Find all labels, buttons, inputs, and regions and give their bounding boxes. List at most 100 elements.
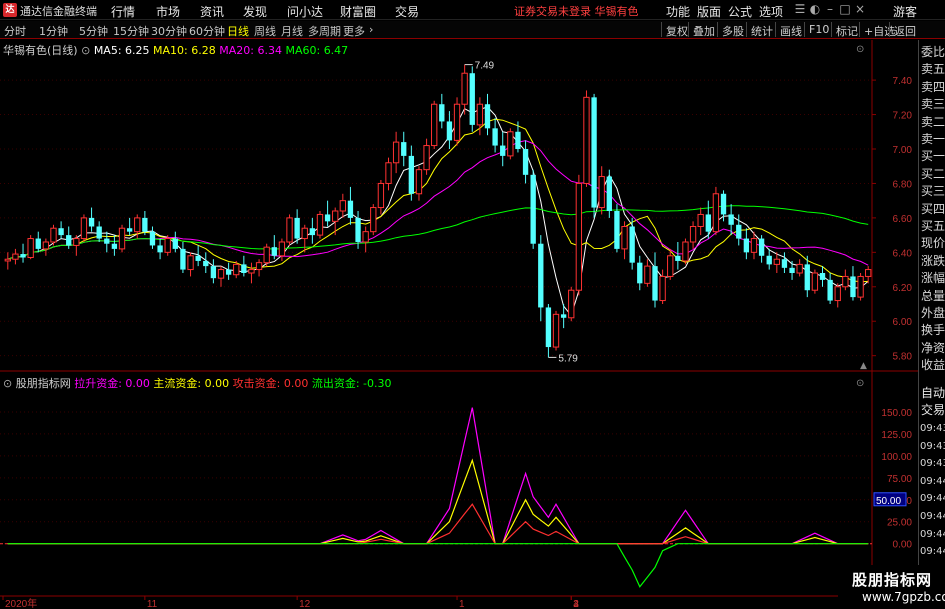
candle-body-108 xyxy=(827,279,833,301)
candle-body-2 xyxy=(20,254,26,258)
side-item-14: 总量 xyxy=(921,288,945,303)
side-item-4: 卖二 xyxy=(921,114,945,129)
side-lower-item-0[interactable]: 自动 xyxy=(921,386,945,400)
ma-toggle-icon[interactable]: ⊙ xyxy=(81,44,90,57)
candle-body-19 xyxy=(149,231,156,246)
side-time-6: 09:44 xyxy=(920,528,945,540)
candle-body-68 xyxy=(522,149,529,175)
ma-line-ma10 xyxy=(7,118,869,283)
indicator-toggle-icon[interactable]: ⊙ xyxy=(3,377,12,390)
candle-body-99 xyxy=(758,238,765,256)
candle-body-101 xyxy=(773,258,780,265)
candle-body-35 xyxy=(271,247,277,256)
candle-body-55 xyxy=(423,145,430,171)
candle-body-32 xyxy=(248,269,255,274)
candle-body-51 xyxy=(392,141,400,164)
ind-tick-label-2: 100.00 xyxy=(881,452,912,463)
candle-body-90 xyxy=(689,226,697,243)
candle-body-10 xyxy=(80,217,88,240)
site-watermark: 股朋指标网 www.7gpzb.com xyxy=(838,565,945,609)
candle-body-78 xyxy=(598,176,605,209)
indicator-name[interactable]: 股朋指标网 xyxy=(16,377,71,390)
ma60-value: 6.47 xyxy=(323,44,349,57)
candle-body-20 xyxy=(157,245,163,253)
candle-body-57 xyxy=(439,104,445,122)
candle-body-45 xyxy=(347,200,354,218)
side-item-10: 买五 xyxy=(921,219,945,233)
candle-body-93 xyxy=(712,193,720,233)
side-item-13: 涨幅 xyxy=(921,271,945,286)
candle-body-62 xyxy=(476,103,484,126)
stock-label: 华锡有色(日线) xyxy=(3,44,78,57)
price-tick-label-1: 7.20 xyxy=(893,111,913,122)
price-tick-label-7: 6.00 xyxy=(893,317,913,328)
watermark-url: www.7gpzb.com xyxy=(862,590,945,604)
candle-body-91 xyxy=(697,213,704,227)
high-label: 7.49 xyxy=(475,61,495,72)
candle-body-73 xyxy=(560,314,567,318)
price-tick-label-0: 7.40 xyxy=(893,76,913,87)
candle-body-75 xyxy=(575,182,583,291)
side-item-6: 买一 xyxy=(921,149,945,164)
candle-body-110 xyxy=(842,275,849,288)
candle-body-1 xyxy=(12,253,19,260)
candle-body-4 xyxy=(35,238,41,249)
side-lower-item-1[interactable]: 交易 xyxy=(921,403,945,417)
candle-body-63 xyxy=(484,104,491,129)
candle-body-102 xyxy=(781,259,788,268)
candle-body-21 xyxy=(164,238,171,253)
candle-body-105 xyxy=(804,264,810,291)
side-item-15: 外盘 xyxy=(921,306,945,320)
indicator-line1-name: 拉升资金 xyxy=(74,377,119,390)
ma60-name: MA60 xyxy=(285,44,317,57)
candle-body-14 xyxy=(111,243,118,249)
x-tick-label-0: 2020年 xyxy=(5,597,37,609)
candle-body-36 xyxy=(278,241,286,257)
candle-body-37 xyxy=(286,217,293,243)
side-time-4: 09:44 xyxy=(920,493,945,505)
candle-body-69 xyxy=(530,174,536,244)
side-item-0: 委比 xyxy=(921,45,945,59)
ma5-value: 6.25 xyxy=(125,44,150,57)
indicator-line3-value: 0.00 xyxy=(283,377,309,390)
side-item-18: 收益 xyxy=(921,358,945,373)
quote-side-panel: 委比 卖五 卖四 卖三 卖二 卖一 买一 买二 买三 买四 买五 现价 涨跌 涨幅 总量 外盘 换手 净资 收益 自动… xyxy=(918,40,945,609)
candle-body-70 xyxy=(538,243,544,308)
side-item-16: 换手 xyxy=(921,323,945,338)
candle-body-46 xyxy=(355,217,361,242)
ind-tick-label-6: 0.00 xyxy=(893,540,913,551)
candle-body-15 xyxy=(118,227,126,250)
ind-tick-label-5: 25.00 xyxy=(887,518,912,529)
candle-body-47 xyxy=(362,231,369,243)
candle-body-22 xyxy=(172,238,178,249)
candle-body-12 xyxy=(96,226,102,239)
candle-body-0 xyxy=(4,258,11,262)
kline-chart[interactable]: 7.407.207.006.806.606.406.206.005.80150.… xyxy=(0,0,945,609)
ind-tick-label-1: 125.00 xyxy=(881,430,912,441)
ma-line-ma5 xyxy=(7,106,869,317)
candle-body-107 xyxy=(819,273,826,280)
candle-body-41 xyxy=(316,213,324,236)
candle-body-77 xyxy=(591,97,597,208)
price-tick-label-2: 7.00 xyxy=(893,145,913,156)
side-item-12: 涨跌 xyxy=(921,253,945,268)
candle-body-30 xyxy=(233,263,240,276)
candle-body-13 xyxy=(104,238,110,244)
candle-body-65 xyxy=(500,145,506,156)
candle-body-52 xyxy=(401,142,407,156)
candle-body-43 xyxy=(332,210,339,222)
candle-body-26 xyxy=(203,260,209,267)
candle-body-42 xyxy=(324,214,331,222)
candle-body-76 xyxy=(583,96,590,184)
candle-body-6 xyxy=(50,227,57,243)
candle-body-111 xyxy=(850,276,856,298)
side-time-5: 09:44 xyxy=(920,511,945,522)
candle-body-48 xyxy=(370,207,377,233)
side-time-2: 09:43 xyxy=(920,458,945,470)
candle-body-86 xyxy=(659,275,666,302)
candle-body-60 xyxy=(461,72,468,105)
x-tick-label-6: 4 xyxy=(573,599,579,609)
ma-info-bar: 华锡有色(日线) ⊙ MA5: 6.25 MA10: 6.28 MA20: 6.… xyxy=(3,44,349,57)
candle-body-61 xyxy=(469,73,475,125)
x-tick-label-3: 1 xyxy=(459,599,465,609)
